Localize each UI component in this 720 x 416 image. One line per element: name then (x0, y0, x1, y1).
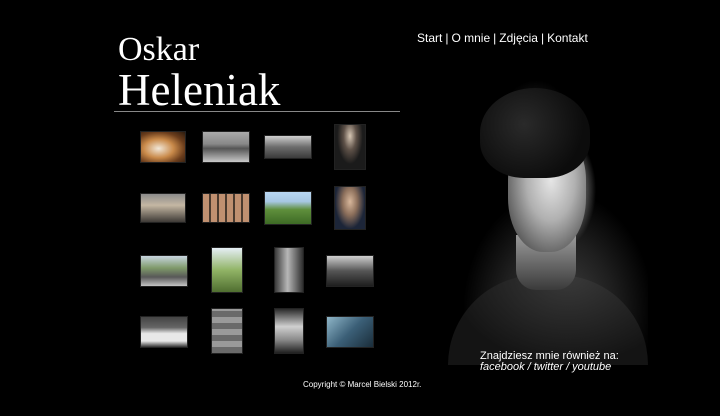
portrait-hair (480, 88, 590, 178)
youtube-link[interactable]: youtube (572, 361, 611, 373)
gallery-thumbnail-statue[interactable] (274, 308, 304, 354)
social-separator: / (566, 361, 570, 373)
main-nav: Start | O mnie | Zdjęcia | Kontakt (417, 31, 588, 45)
nav-zdjecia[interactable]: Zdjęcia (499, 31, 538, 45)
gallery-thumbnail-skateboarder[interactable] (202, 131, 250, 163)
copyright-text: Copyright © Marcel Bielski 2012r. (303, 380, 422, 389)
gallery-thumbnail-photo-grid[interactable] (202, 193, 250, 223)
gallery-thumbnail-hoodie[interactable] (334, 124, 366, 170)
twitter-link[interactable]: twitter (534, 361, 563, 373)
gallery-thumbnail-street-people[interactable] (140, 193, 186, 223)
nav-kontakt[interactable]: Kontakt (547, 31, 588, 45)
title-divider (114, 111, 400, 112)
nav-start[interactable]: Start (417, 31, 442, 45)
gallery-thumbnail-landscape[interactable] (264, 191, 312, 225)
nav-separator: | (540, 31, 545, 45)
facebook-link[interactable]: facebook (480, 361, 525, 373)
gallery-thumbnail-facade[interactable] (211, 308, 243, 354)
site-title-first-name[interactable]: Oskar (118, 30, 199, 70)
social-separator: / (527, 361, 531, 373)
gallery-thumbnail-jump[interactable] (326, 316, 374, 348)
nav-separator: | (445, 31, 449, 45)
social-links: facebook / twitter / youtube (480, 361, 611, 373)
nav-separator: | (493, 31, 497, 45)
gallery-thumbnail-beagle[interactable] (140, 131, 186, 163)
gallery-thumbnail-street[interactable] (264, 135, 312, 159)
gallery-thumbnail-station-sign[interactable] (140, 316, 188, 348)
gallery-thumbnail-road[interactable] (140, 255, 188, 287)
nav-o-mnie[interactable]: O mnie (451, 31, 490, 45)
gallery-thumbnail-alley[interactable] (274, 247, 304, 293)
site-title-last-name[interactable]: Heleniak (118, 66, 280, 114)
gallery-thumbnail-building-trees[interactable] (326, 255, 374, 287)
page: Oskar Heleniak Start | O mnie | Zdjęcia | Kont… (0, 0, 720, 416)
gallery-thumbnail-portrait[interactable] (334, 186, 366, 230)
gallery-thumbnail-tower[interactable] (211, 247, 243, 293)
portrait-photo (408, 60, 648, 365)
